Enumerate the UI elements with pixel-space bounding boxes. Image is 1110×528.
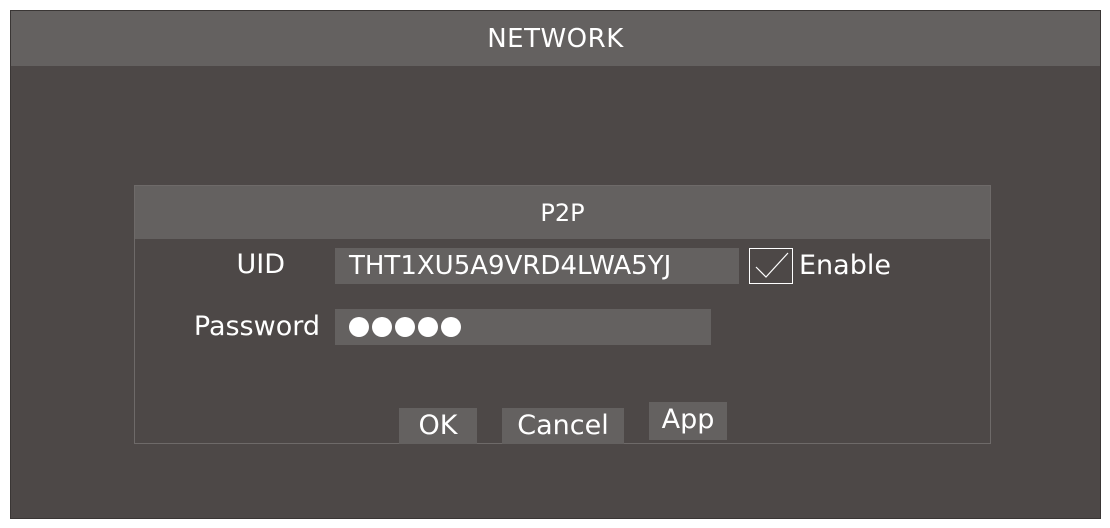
app-button[interactable]: App	[649, 402, 727, 440]
uid-value: THT1XU5A9VRD4LWA5YJ	[349, 251, 672, 281]
dialog-title: P2P	[540, 198, 585, 227]
password-mask-dot	[372, 317, 392, 337]
window-title-bar: NETWORK	[11, 11, 1100, 66]
enable-label: Enable	[799, 250, 891, 281]
cancel-button[interactable]: Cancel	[502, 408, 624, 444]
uid-field[interactable]: THT1XU5A9VRD4LWA5YJ	[335, 248, 739, 284]
uid-label: UID	[236, 249, 285, 280]
password-mask	[349, 309, 711, 345]
window-title: NETWORK	[487, 23, 624, 54]
password-mask-dot	[441, 317, 461, 337]
network-window: NETWORK P2P UID THT1XU5A9VRD4LWA5YJ Enab…	[10, 10, 1101, 519]
password-mask-dot	[349, 317, 369, 337]
password-label: Password	[193, 311, 320, 342]
p2p-dialog: P2P UID THT1XU5A9VRD4LWA5YJ Enable Passw…	[134, 185, 991, 444]
ok-button[interactable]: OK	[399, 408, 477, 444]
enable-checkbox[interactable]	[749, 248, 793, 284]
password-mask-dot	[395, 317, 415, 337]
password-field[interactable]	[335, 309, 711, 345]
password-mask-dot	[418, 317, 438, 337]
checkmark-icon	[755, 252, 789, 278]
dialog-title-bar: P2P	[135, 186, 990, 239]
